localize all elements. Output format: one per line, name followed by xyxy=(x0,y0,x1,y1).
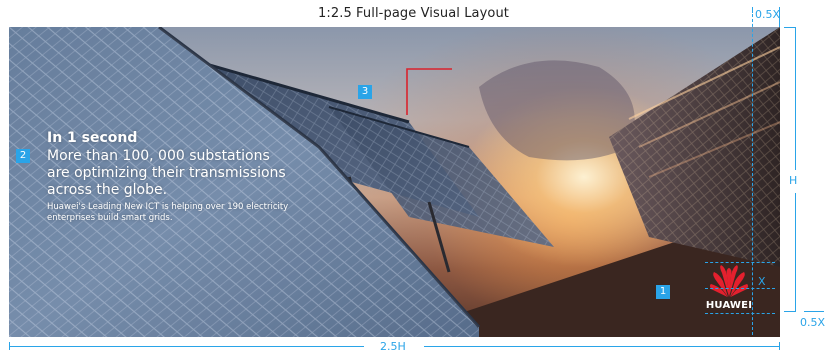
red-corner-marker xyxy=(406,68,452,115)
body-text: More than 100, 000 substations are optim… xyxy=(47,148,347,199)
width-line-left xyxy=(9,346,364,347)
subtext: Huawei's Leading New ICT is helping over… xyxy=(47,202,347,224)
width-label: 2.5H xyxy=(380,340,406,353)
top-margin-label: 0.5X xyxy=(755,8,781,21)
headline: In 1 second xyxy=(47,130,138,146)
height-label: H xyxy=(789,174,798,187)
logo-size-label: X xyxy=(758,275,766,288)
page-title: 1:2.5 Full-page Visual Layout xyxy=(317,6,509,21)
hero-copy: In 1 second More than 100, 000 substatio… xyxy=(47,130,347,224)
huawei-petal-icon xyxy=(710,265,748,297)
body-line: More than 100, 000 substations xyxy=(47,148,270,164)
logo-guide-top xyxy=(705,262,775,263)
top-margin-tick-left xyxy=(752,7,753,13)
height-line-upper xyxy=(795,27,796,170)
width-line-right xyxy=(424,346,779,347)
area-2-badge: 2 xyxy=(16,149,30,163)
bottom-margin-label: 0.5X xyxy=(800,316,826,329)
subtext-line: Huawei's Leading New ICT is helping over… xyxy=(47,202,289,212)
huawei-wordmark: HUAWEI xyxy=(705,300,753,311)
area-3-badge: 3 xyxy=(358,85,372,99)
bottom-margin-tick xyxy=(804,311,824,312)
height-line-lower xyxy=(795,193,796,311)
body-line: across the globe. xyxy=(47,182,168,198)
height-bracket-bottom xyxy=(784,311,796,312)
logo-guide-bottom xyxy=(705,313,775,314)
area-1-badge: 1 xyxy=(656,285,670,299)
body-line: are optimizing their transmissions xyxy=(47,165,286,181)
width-tick-right xyxy=(779,342,780,350)
subtext-line: enterprises build smart grids. xyxy=(47,213,173,223)
logo-guide-mid xyxy=(705,288,775,289)
right-margin-guide xyxy=(752,9,753,335)
